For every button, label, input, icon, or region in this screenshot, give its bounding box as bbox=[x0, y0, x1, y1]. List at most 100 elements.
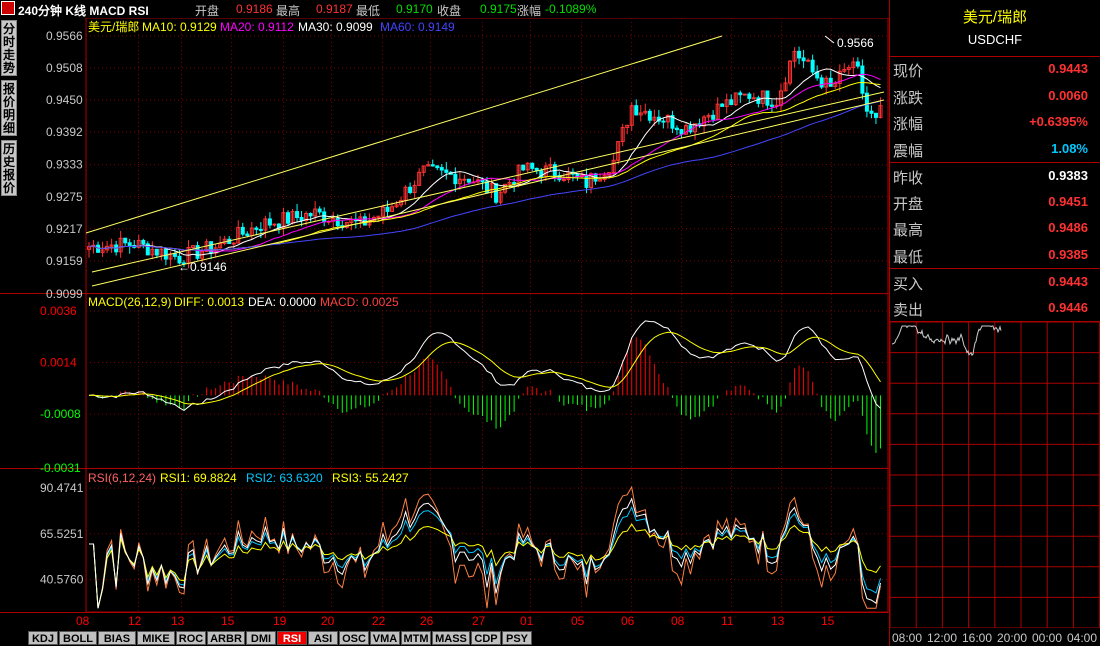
trend-channel-lower bbox=[91, 91, 885, 273]
candle-body bbox=[254, 227, 259, 230]
time-tick-label: 08 bbox=[671, 614, 685, 628]
candle-body bbox=[769, 104, 774, 107]
candle-body bbox=[561, 178, 566, 181]
candle-body bbox=[797, 50, 802, 59]
quote-row: 现价 0.9443 bbox=[890, 56, 1100, 82]
side-tab-quote-detail[interactable]: 报价明细 bbox=[1, 80, 17, 136]
time-tick-label: 11 bbox=[721, 614, 734, 628]
legend-macd: MACD: 0.0025 bbox=[320, 295, 399, 309]
quote-row: 最高 0.9486 bbox=[890, 215, 1100, 241]
candle-body bbox=[756, 97, 761, 104]
quote-row-label: 买入 bbox=[893, 276, 924, 293]
quote-row-value: 0.9443 bbox=[1048, 61, 1088, 76]
candle-body bbox=[521, 164, 526, 171]
indicator-tab-kdj[interactable]: KDJ bbox=[28, 631, 58, 645]
time-tick-label: 20 bbox=[321, 614, 335, 628]
indicator-tab-roc[interactable]: ROC bbox=[176, 631, 206, 645]
legend-dea: DEA: 0.0000 bbox=[248, 295, 316, 309]
candle-body bbox=[276, 223, 281, 229]
quote-row: 卖出 0.9446 bbox=[890, 295, 1100, 321]
quote-row-value: 0.9443 bbox=[1048, 274, 1088, 289]
quote-row: 开盘 0.9451 bbox=[890, 189, 1100, 215]
legend-rsi3: RSI3: 55.2427 bbox=[332, 471, 409, 485]
legend-ma30: MA30: 0.9099 bbox=[298, 20, 373, 34]
indicator-tab-dmi[interactable]: DMI bbox=[246, 631, 276, 645]
indicator-tab-arbr[interactable]: ARBR bbox=[207, 631, 245, 645]
intraday-time-label: 00:00 bbox=[1032, 631, 1063, 645]
intraday-mini-chart[interactable] bbox=[890, 322, 1100, 628]
ma60-line bbox=[88, 100, 881, 251]
chart-menu-icon[interactable] bbox=[1, 1, 15, 15]
side-tab-history[interactable]: 历史报价 bbox=[1, 140, 17, 196]
quote-row: 涨跌 0.0060 bbox=[890, 83, 1100, 109]
candle-body bbox=[530, 162, 535, 169]
candle-body bbox=[385, 206, 390, 212]
indicator-tab-osc[interactable]: OSC bbox=[339, 631, 369, 645]
candle-body bbox=[362, 216, 367, 226]
candle-body bbox=[494, 183, 499, 203]
quote-row-label: 最低 bbox=[893, 248, 924, 266]
price-tick-label: 0.9566 bbox=[46, 29, 83, 43]
main-chart-area[interactable]: 0.9566 0.9508 0.9450 0.9392 0.9333 0.9275 0.92… bbox=[0, 0, 889, 646]
quote-panel: 美元/瑞郎 USDCHF 现价 0.9443 涨跌 0.0060 涨幅 +0.6395% 震… bbox=[889, 0, 1100, 646]
candle-body bbox=[860, 65, 865, 94]
indicator-tab-mtm[interactable]: MTM bbox=[401, 631, 431, 645]
candle-body bbox=[720, 103, 725, 107]
candle-body bbox=[742, 93, 747, 96]
quote-panel-divider bbox=[890, 321, 1100, 322]
rsi-legend-title: RSI(6,12,24) bbox=[88, 471, 156, 485]
candle-body bbox=[647, 110, 652, 121]
indicator-tab-vma[interactable]: VMA bbox=[370, 631, 400, 645]
candle-body bbox=[674, 127, 679, 131]
quote-row-value: +0.6395% bbox=[1029, 114, 1088, 129]
candle-body bbox=[96, 244, 101, 253]
price-tick-label: 0.9333 bbox=[46, 158, 83, 172]
rsi-tick-label: 65.5251 bbox=[40, 527, 84, 541]
candle-body bbox=[258, 228, 263, 231]
change-value: -0.1089% bbox=[545, 2, 597, 16]
price-tick-label: 0.9099 bbox=[46, 287, 83, 301]
candle-body bbox=[408, 186, 413, 194]
indicator-tab-mass[interactable]: MASS bbox=[432, 631, 470, 645]
quote-name-block: 美元/瑞郎 USDCHF bbox=[890, 0, 1100, 57]
indicator-tab-psy[interactable]: PSY bbox=[502, 631, 532, 645]
chart-title: 240分钟 K线 MACD RSI bbox=[18, 4, 149, 18]
time-tick-label: 27 bbox=[472, 614, 486, 628]
indicator-tab-boll[interactable]: BOLL bbox=[59, 631, 97, 645]
macd-tick-label: -0.0031 bbox=[40, 461, 81, 475]
quote-row-label: 涨幅 bbox=[893, 116, 924, 133]
time-tick-label: 13 bbox=[771, 614, 785, 628]
quote-row-value: 0.9446 bbox=[1048, 299, 1088, 315]
candle-body bbox=[322, 211, 327, 223]
quote-row: 震幅 1.08% bbox=[890, 136, 1100, 162]
candle-body bbox=[679, 129, 684, 135]
candle-body bbox=[855, 61, 860, 67]
time-tick-label: 22 bbox=[372, 614, 386, 628]
price-tick-label: 0.9275 bbox=[46, 190, 83, 204]
time-tick-label: 15 bbox=[221, 614, 235, 628]
indicator-tab-asi[interactable]: ASI bbox=[308, 631, 338, 645]
indicator-tab-mike[interactable]: MIKE bbox=[137, 631, 175, 645]
candle-body bbox=[751, 97, 756, 100]
indicator-tab-strip: KDJ BOLL BIAS MIKE ROC ARBR DMI RSI ASI OSC VMA MTM… bbox=[0, 629, 889, 646]
indicator-tab-rsi[interactable]: RSI bbox=[277, 631, 307, 645]
quote-row-label: 开盘 bbox=[893, 195, 924, 213]
candle-body bbox=[869, 110, 874, 114]
legend-ma60: MA60: 0.9149 bbox=[380, 20, 455, 34]
indicator-tab-cdp[interactable]: CDP bbox=[471, 631, 501, 645]
candle-body bbox=[240, 226, 245, 235]
price-tick-label: 0.9508 bbox=[46, 61, 83, 75]
candle-body bbox=[661, 120, 666, 123]
intraday-price-line bbox=[891, 325, 1002, 357]
quote-row: 昨收 0.9383 bbox=[890, 162, 1100, 189]
candle-body bbox=[267, 218, 272, 226]
high-value: 0.9187 bbox=[316, 2, 353, 16]
candle-body bbox=[801, 57, 806, 62]
indicator-tab-bias[interactable]: BIAS bbox=[98, 631, 136, 645]
quote-row-label: 昨收 bbox=[893, 170, 924, 187]
side-tab-intraday[interactable]: 分时走势 bbox=[1, 20, 17, 76]
candle-body bbox=[828, 77, 833, 87]
candle-body bbox=[711, 114, 716, 120]
quote-row-label: 现价 bbox=[893, 63, 924, 80]
quote-row-value: 1.08% bbox=[1051, 140, 1088, 156]
